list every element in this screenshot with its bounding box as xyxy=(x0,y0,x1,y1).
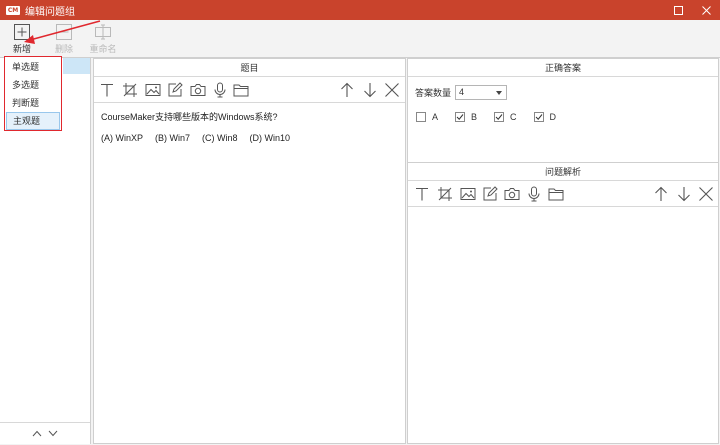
option-c: (C) Win8 xyxy=(202,133,238,143)
folder-icon xyxy=(233,84,249,97)
close-icon xyxy=(701,5,711,15)
answer-label-a: A xyxy=(432,112,439,122)
text-icon xyxy=(101,83,113,97)
folder-tool[interactable] xyxy=(233,82,249,98)
checkbox-box[interactable] xyxy=(494,112,505,122)
folder-icon xyxy=(548,188,564,201)
close-icon xyxy=(385,83,399,97)
chevron-up-icon[interactable] xyxy=(32,430,42,437)
add-button-label: 新增 xyxy=(12,44,31,54)
selected-list-item[interactable] xyxy=(63,58,90,74)
menu-item-true-false[interactable]: 判断题 xyxy=(6,94,60,112)
microphone-icon xyxy=(214,82,226,98)
crop-tool[interactable] xyxy=(122,82,138,98)
answer-checkbox-b[interactable]: B xyxy=(455,112,477,122)
checkmark-icon xyxy=(495,114,503,120)
question-editor-toolbar xyxy=(94,77,405,103)
rename-button[interactable]: 重命名 xyxy=(83,23,123,57)
camera-icon xyxy=(504,188,520,200)
add-button[interactable]: 新增 xyxy=(2,23,42,57)
app-logo: CM xyxy=(6,5,20,15)
close-icon xyxy=(699,187,713,201)
question-panel-title: 题目 xyxy=(94,59,405,77)
correct-answer-title: 正确答案 xyxy=(408,59,718,77)
arrow-up-icon xyxy=(341,82,353,97)
text-icon xyxy=(416,187,428,201)
move-up-button[interactable] xyxy=(339,82,355,98)
toolbar: 新增 删除 重命名 xyxy=(0,20,720,58)
answer-count-select[interactable]: 4 xyxy=(455,85,508,100)
analysis-panel: 问题解析 xyxy=(407,162,719,444)
correct-answer-panel: 正确答案 答案数量 4 A B C D xyxy=(407,58,719,163)
remove-button[interactable] xyxy=(698,186,714,202)
close-window-button[interactable] xyxy=(692,0,720,20)
checkbox-box[interactable] xyxy=(533,112,544,122)
arrow-down-icon xyxy=(678,187,690,202)
rename-icon xyxy=(95,24,111,40)
chevron-down-icon xyxy=(496,91,503,95)
microphone-tool[interactable] xyxy=(526,186,542,202)
delete-button[interactable]: 删除 xyxy=(44,23,84,57)
image-tool[interactable] xyxy=(460,186,476,202)
menu-item-single-choice[interactable]: 单选题 xyxy=(6,58,60,76)
crop-icon xyxy=(123,83,137,97)
add-icon xyxy=(14,24,30,40)
arrow-up-icon xyxy=(655,186,667,201)
answer-label-c: C xyxy=(510,112,517,122)
camera-tool[interactable] xyxy=(504,186,520,202)
edit-tool[interactable] xyxy=(167,82,183,98)
edit-icon xyxy=(483,186,498,201)
chevron-down-icon[interactable] xyxy=(48,430,58,437)
answer-count-label: 答案数量 xyxy=(415,88,452,98)
maximize-button[interactable] xyxy=(664,0,692,20)
microphone-icon xyxy=(528,186,540,202)
folder-tool[interactable] xyxy=(548,186,564,202)
list-scroll-controls xyxy=(0,422,90,444)
answer-label-d: D xyxy=(549,112,557,122)
analysis-editor-toolbar xyxy=(408,181,718,207)
image-icon xyxy=(460,188,476,200)
text-tool[interactable] xyxy=(99,82,115,98)
question-text[interactable]: CourseMaker支持哪些版本的Windows系统? xyxy=(101,110,278,123)
answer-count-value: 4 xyxy=(459,87,465,97)
menu-item-multiple-choice[interactable]: 多选题 xyxy=(6,76,60,94)
image-icon xyxy=(145,84,161,96)
checkmark-icon xyxy=(456,114,464,120)
remove-button[interactable] xyxy=(384,82,400,98)
option-b: (B) Win7 xyxy=(155,133,191,143)
edit-tool[interactable] xyxy=(482,186,498,202)
delete-button-label: 删除 xyxy=(54,44,73,54)
move-down-button[interactable] xyxy=(676,186,692,202)
crop-icon xyxy=(438,187,452,201)
camera-icon xyxy=(190,84,206,96)
answer-label-b: B xyxy=(471,112,478,122)
checkmark-icon xyxy=(535,114,542,120)
analysis-panel-title: 问题解析 xyxy=(408,163,718,181)
microphone-tool[interactable] xyxy=(212,82,228,98)
option-d: (D) Win10 xyxy=(249,133,291,143)
edit-icon xyxy=(168,82,183,97)
checkbox-box[interactable] xyxy=(416,112,426,122)
image-tool[interactable] xyxy=(145,82,161,98)
menu-item-subjective[interactable]: 主观题 xyxy=(6,112,60,130)
answer-checkbox-a[interactable]: A xyxy=(416,112,438,122)
question-panel: 题目 CourseMaker支持哪些版本的Windows系统? (A) WinX… xyxy=(93,58,406,444)
move-down-button[interactable] xyxy=(362,82,378,98)
text-tool[interactable] xyxy=(414,186,430,202)
question-options: (A) WinXP (B) Win7 (C) Win8 (D) Win10 xyxy=(101,133,290,143)
window-title: 编辑问题组 xyxy=(25,6,75,18)
answer-checkbox-d[interactable]: D xyxy=(533,112,557,122)
move-up-button[interactable] xyxy=(653,186,669,202)
arrow-down-icon xyxy=(364,83,376,98)
checkbox-box[interactable] xyxy=(455,112,466,122)
delete-icon xyxy=(56,24,72,40)
option-a: (A) WinXP xyxy=(101,133,144,143)
camera-tool[interactable] xyxy=(190,82,206,98)
rename-button-label: 重命名 xyxy=(89,44,117,54)
answer-checkbox-c[interactable]: C xyxy=(494,112,517,122)
maximize-icon xyxy=(673,5,683,15)
crop-tool[interactable] xyxy=(437,186,453,202)
title-bar: CM 编辑问题组 xyxy=(0,0,720,20)
question-type-menu: 单选题 多选题 判断题 主观题 xyxy=(4,56,62,131)
